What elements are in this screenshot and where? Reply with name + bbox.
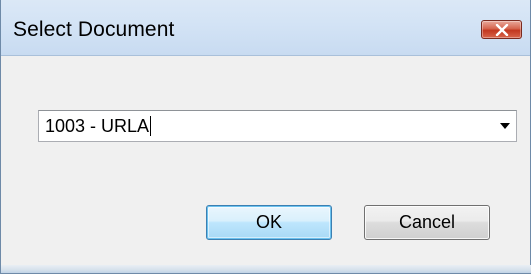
select-document-dialog: Select Document 1003 - URLA OK Cancel bbox=[0, 0, 531, 274]
ok-button[interactable]: OK bbox=[206, 205, 332, 240]
dialog-body: 1003 - URLA OK Cancel bbox=[1, 57, 530, 266]
title-bar[interactable]: Select Document bbox=[1, 0, 530, 56]
ok-button-label: OK bbox=[255, 212, 282, 232]
cancel-button[interactable]: Cancel bbox=[364, 205, 490, 240]
window-bottom-border bbox=[1, 265, 531, 273]
dialog-title: Select Document bbox=[13, 18, 175, 41]
document-combobox[interactable]: 1003 - URLA bbox=[38, 110, 517, 142]
dropdown-arrow-icon[interactable] bbox=[500, 123, 510, 129]
document-combobox-value[interactable]: 1003 - URLA bbox=[45, 116, 152, 137]
cancel-button-label: Cancel bbox=[398, 212, 456, 232]
close-x-icon bbox=[495, 23, 509, 36]
close-button[interactable] bbox=[481, 20, 522, 39]
text-caret bbox=[150, 116, 152, 136]
